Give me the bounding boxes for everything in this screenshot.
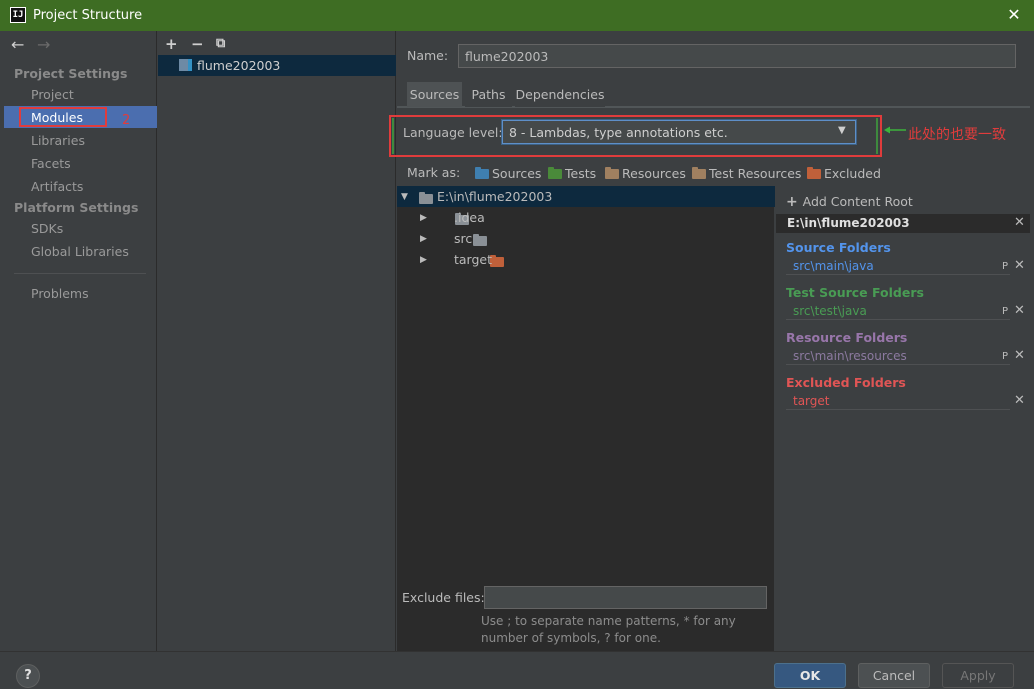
back-arrow-icon[interactable]: ← bbox=[11, 35, 24, 54]
source-folders-title: Source Folders bbox=[786, 240, 891, 255]
apply-button[interactable]: Apply bbox=[942, 663, 1014, 688]
add-content-root-button[interactable]: + Add Content Root bbox=[786, 194, 913, 210]
tree-item-src[interactable]: src bbox=[454, 231, 472, 246]
module-list-panel bbox=[158, 31, 396, 651]
divider bbox=[786, 364, 1010, 365]
remove-excluded-folder-icon[interactable]: ✕ bbox=[1014, 393, 1025, 408]
mark-as-tests-button[interactable]: Tests bbox=[548, 166, 596, 181]
annotation-note: 此处的也要一致 bbox=[908, 127, 1006, 143]
divider bbox=[786, 274, 1010, 275]
sidebar-item-problems[interactable]: Problems bbox=[31, 286, 89, 301]
excluded-folder-icon bbox=[807, 167, 821, 179]
intellij-app-icon: IJ bbox=[10, 7, 26, 23]
tab-sources[interactable]: Sources bbox=[407, 82, 462, 107]
remove-content-root-icon[interactable]: ✕ bbox=[1014, 215, 1025, 230]
exclude-files-help: Use ; to separate name patterns, * for a… bbox=[481, 614, 736, 645]
annotation-number: 2 bbox=[122, 113, 131, 128]
language-level-dropdown[interactable]: 8 - Lambdas, type annotations etc. bbox=[502, 120, 856, 144]
mark-as-label: Mark as: bbox=[407, 165, 461, 180]
exclude-files-label: Exclude files: bbox=[402, 590, 485, 605]
tree-item-target[interactable]: target bbox=[454, 252, 492, 267]
tab-dependencies[interactable]: Dependencies bbox=[515, 82, 605, 107]
add-icon[interactable]: + bbox=[165, 35, 178, 53]
tests-folder-icon bbox=[548, 167, 562, 179]
edit-properties-icon[interactable]: P bbox=[1002, 306, 1008, 317]
sidebar-header-project-settings: Project Settings bbox=[14, 66, 128, 81]
exclude-files-input[interactable] bbox=[484, 586, 767, 609]
collapsed-triangle-icon[interactable]: ▶ bbox=[420, 213, 427, 223]
remove-icon[interactable]: − bbox=[191, 35, 204, 53]
forward-arrow-icon[interactable]: → bbox=[37, 35, 50, 54]
module-name-input[interactable] bbox=[458, 44, 1016, 68]
edit-properties-icon[interactable]: P bbox=[1002, 351, 1008, 362]
module-name[interactable]: flume202003 bbox=[197, 58, 280, 73]
sidebar-item-sdks[interactable]: SDKs bbox=[31, 221, 63, 236]
sidebar-item-libraries[interactable]: Libraries bbox=[31, 133, 85, 148]
folder-icon bbox=[419, 192, 433, 204]
sidebar-divider bbox=[14, 273, 146, 274]
excluded-folder-icon bbox=[490, 255, 505, 267]
mark-as-sources-button[interactable]: Sources bbox=[475, 166, 541, 181]
cancel-button[interactable]: Cancel bbox=[858, 663, 930, 688]
bottom-divider bbox=[0, 651, 1034, 652]
mark-as-excluded-button[interactable]: Excluded bbox=[807, 166, 881, 181]
plus-icon: + bbox=[786, 194, 803, 210]
test-resources-folder-icon bbox=[692, 167, 706, 179]
close-window-button[interactable]: ✕ bbox=[1003, 5, 1025, 25]
excluded-folder-path: target bbox=[793, 394, 830, 408]
content-root-path: E:\in\flume202003 bbox=[787, 216, 910, 230]
sidebar-item-project[interactable]: Project bbox=[31, 87, 74, 102]
help-button[interactable]: ? bbox=[16, 664, 40, 688]
source-folder-path: src\main\java bbox=[793, 259, 874, 273]
module-folder-icon bbox=[179, 59, 192, 71]
remove-test-folder-icon[interactable]: ✕ bbox=[1014, 303, 1025, 318]
collapsed-triangle-icon[interactable]: ▶ bbox=[420, 255, 427, 265]
resource-folders-title: Resource Folders bbox=[786, 330, 908, 345]
sidebar-item-global-libraries[interactable]: Global Libraries bbox=[31, 244, 129, 259]
divider bbox=[786, 319, 1010, 320]
annotation-arrow-icon bbox=[884, 126, 906, 134]
folder-icon bbox=[472, 234, 487, 246]
test-source-folder-path: src\test\java bbox=[793, 304, 867, 318]
annotation-highlight-box bbox=[19, 107, 107, 127]
content-root-panel bbox=[776, 186, 1030, 651]
resources-folder-icon bbox=[605, 167, 619, 179]
remove-source-folder-icon[interactable]: ✕ bbox=[1014, 258, 1025, 273]
name-label: Name: bbox=[407, 48, 449, 63]
resource-folder-path: src\main\resources bbox=[793, 349, 907, 363]
test-source-folders-title: Test Source Folders bbox=[786, 285, 924, 300]
tree-item-idea[interactable]: .idea bbox=[454, 210, 485, 225]
tree-root-label[interactable]: E:\in\flume202003 bbox=[437, 189, 552, 204]
sidebar-item-facets[interactable]: Facets bbox=[31, 156, 71, 171]
title-bar bbox=[0, 0, 1034, 31]
collapsed-triangle-icon[interactable]: ▶ bbox=[420, 234, 427, 244]
sidebar-item-artifacts[interactable]: Artifacts bbox=[31, 179, 83, 194]
copy-icon[interactable]: ⧉ bbox=[216, 36, 225, 51]
sources-folder-icon bbox=[475, 167, 489, 179]
language-level-label: Language level: bbox=[403, 125, 503, 140]
remove-resource-folder-icon[interactable]: ✕ bbox=[1014, 348, 1025, 363]
ok-button[interactable]: OK bbox=[774, 663, 846, 688]
divider bbox=[786, 409, 1010, 410]
window-title: Project Structure bbox=[33, 8, 143, 23]
edit-properties-icon[interactable]: P bbox=[1002, 261, 1008, 272]
mark-as-test-resources-button[interactable]: Test Resources bbox=[692, 166, 801, 181]
expanded-triangle-icon[interactable]: ▼ bbox=[401, 192, 408, 202]
chevron-down-icon[interactable]: ▼ bbox=[838, 125, 846, 136]
excluded-folders-title: Excluded Folders bbox=[786, 375, 906, 390]
sidebar-header-platform-settings: Platform Settings bbox=[14, 200, 139, 215]
mark-as-resources-button[interactable]: Resources bbox=[605, 166, 686, 181]
tab-paths[interactable]: Paths bbox=[465, 82, 512, 107]
